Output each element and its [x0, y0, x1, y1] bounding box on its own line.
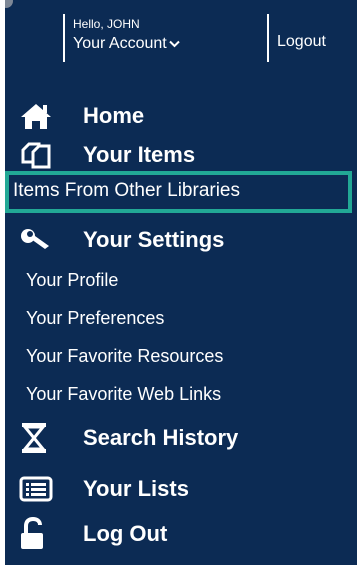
menu-item-your-lists-label: Your Lists: [83, 476, 189, 501]
menu-item-log-out[interactable]: Log Out: [19, 517, 168, 549]
account-menu-panel: Hello, JOHN Your Account Logout Home You…: [5, 0, 357, 565]
menu-item-home-label: Home: [83, 103, 145, 128]
chevron-down-icon: [168, 40, 180, 48]
menu-item-home[interactable]: Home: [19, 101, 144, 131]
copy-items-icon: [19, 140, 63, 170]
unlock-icon: [19, 517, 63, 549]
menu-item-your-favorite-resources[interactable]: Your Favorite Resources: [26, 346, 223, 367]
hourglass-icon: [19, 423, 63, 453]
menu-item-your-items[interactable]: Your Items: [19, 140, 195, 170]
menu-item-your-favorite-web-links[interactable]: Your Favorite Web Links: [26, 384, 221, 405]
logout-link[interactable]: Logout: [277, 33, 326, 51]
home-icon: [19, 101, 63, 131]
menu-item-search-history-label: Search History: [83, 425, 239, 450]
account-header: Hello, JOHN Your Account: [63, 14, 269, 62]
menu-item-your-items-label: Your Items: [83, 142, 196, 167]
menu-item-items-from-other-libraries[interactable]: Items From Other Libraries: [13, 180, 240, 202]
menu-item-search-history[interactable]: Search History: [19, 423, 238, 453]
corner-dot: [5, 0, 13, 8]
menu-item-your-settings[interactable]: Your Settings: [19, 225, 224, 255]
menu-item-log-out-label: Log Out: [83, 521, 168, 546]
your-account-dropdown[interactable]: Your Account: [73, 35, 180, 53]
list-icon: [19, 474, 63, 504]
menu-item-your-preferences[interactable]: Your Preferences: [26, 308, 164, 329]
greeting-text: Hello, JOHN: [73, 17, 140, 31]
menu-item-your-settings-label: Your Settings: [83, 227, 225, 252]
menu-item-your-profile[interactable]: Your Profile: [26, 270, 118, 291]
wrench-icon: [19, 225, 63, 255]
your-account-label: Your Account: [73, 35, 167, 52]
menu-item-your-lists[interactable]: Your Lists: [19, 474, 189, 504]
